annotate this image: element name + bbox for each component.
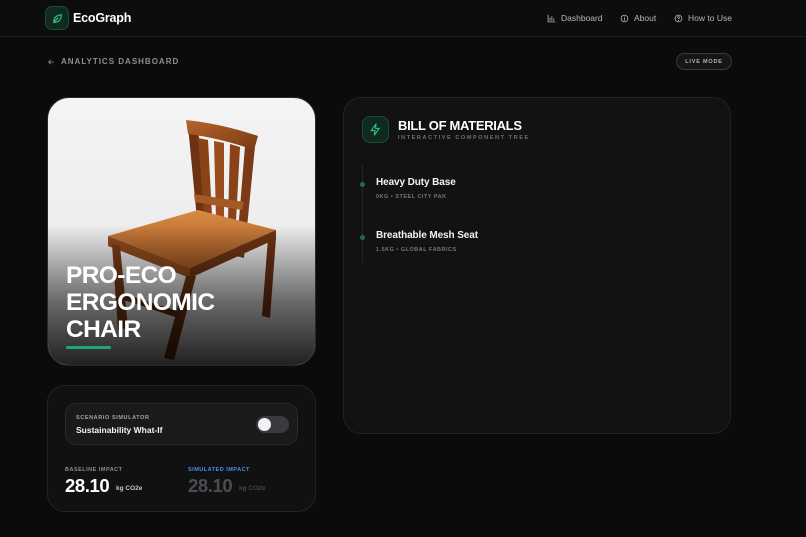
simulator-subtitle: Sustainability What-If bbox=[76, 425, 163, 435]
simulated-impact-value: 28.10 bbox=[188, 475, 233, 496]
component-node-dot bbox=[360, 235, 365, 240]
nav-dashboard[interactable]: Dashboard bbox=[547, 13, 603, 23]
simulator-label: SCENARIO SIMULATOR bbox=[76, 415, 150, 421]
title-accent-bar bbox=[66, 346, 111, 349]
bom-subtitle: INTERACTIVE COMPONENT TREE bbox=[398, 135, 530, 141]
product-title: PRO-ECO ERGONOMIC CHAIR bbox=[66, 262, 296, 343]
product-title-line-1: PRO-ECO bbox=[66, 262, 177, 289]
top-navbar: EcoGraph Dashboard About How to Use bbox=[0, 0, 806, 37]
lightning-icon bbox=[362, 116, 389, 143]
bar-chart-icon bbox=[547, 14, 556, 22]
bom-title: BILL OF MATERIALS bbox=[398, 118, 522, 133]
nav-how-to-use[interactable]: How to Use bbox=[674, 13, 732, 23]
tree-connector bbox=[362, 165, 363, 263]
product-title-line-3: CHAIR bbox=[66, 316, 141, 343]
leaf-logo-icon[interactable] bbox=[45, 6, 69, 30]
baseline-impact-label: BASELINE IMPACT bbox=[65, 467, 123, 473]
brand-name[interactable]: EcoGraph bbox=[73, 11, 131, 25]
nav-about-label: About bbox=[634, 13, 657, 23]
component-meta: 1.5KG • GLOBAL FABRICS bbox=[376, 247, 457, 253]
component-breathable-mesh-seat[interactable]: Breathable Mesh Seat bbox=[376, 230, 478, 241]
bill-of-materials-card: BILL OF MATERIALS INTERACTIVE COMPONENT … bbox=[343, 97, 731, 434]
nav-how-to-use-label: How to Use bbox=[688, 13, 732, 23]
product-card: PRO-ECO ERGONOMIC CHAIR bbox=[47, 97, 316, 366]
info-icon bbox=[620, 14, 629, 22]
arrow-left-icon bbox=[48, 59, 54, 64]
baseline-impact-unit: kg CO2e bbox=[116, 485, 143, 492]
what-if-toggle[interactable] bbox=[256, 416, 289, 433]
baseline-impact-value: 28.10 bbox=[65, 475, 110, 496]
component-meta: 0KG • STEEL CITY PAK bbox=[376, 194, 447, 200]
simulated-impact-label: SIMULATED IMPACT bbox=[188, 467, 250, 473]
simulated-impact-unit: kg CO2e bbox=[239, 485, 266, 492]
live-mode-badge[interactable]: LIVE MODE bbox=[676, 53, 732, 70]
product-title-line-2: ERGONOMIC bbox=[66, 289, 215, 316]
help-circle-icon bbox=[674, 14, 683, 22]
back-link[interactable]: ANALYTICS DASHBOARD bbox=[47, 57, 179, 66]
nav-dashboard-label: Dashboard bbox=[561, 13, 603, 23]
scenario-simulator-card: SCENARIO SIMULATOR Sustainability What-I… bbox=[47, 385, 316, 512]
component-heavy-duty-base[interactable]: Heavy Duty Base bbox=[376, 177, 456, 188]
toggle-knob bbox=[258, 418, 271, 431]
component-node-dot bbox=[360, 182, 365, 187]
nav-about[interactable]: About bbox=[620, 13, 656, 23]
back-link-label: ANALYTICS DASHBOARD bbox=[61, 57, 180, 66]
simulator-toggle-row: SCENARIO SIMULATOR Sustainability What-I… bbox=[65, 403, 298, 445]
